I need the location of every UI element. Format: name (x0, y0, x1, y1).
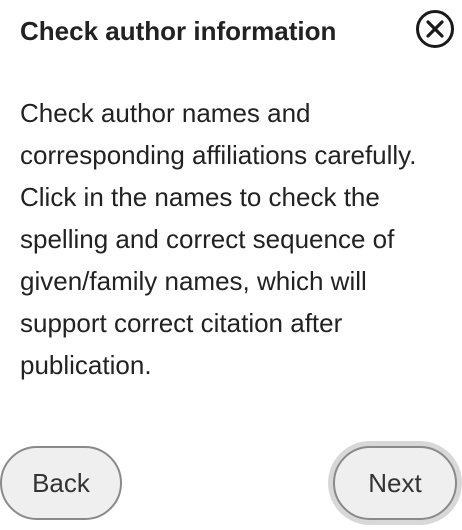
close-icon (426, 20, 444, 38)
close-button[interactable] (416, 10, 454, 48)
next-button[interactable]: Next (333, 446, 457, 520)
back-button[interactable]: Back (0, 446, 122, 520)
dialog-title: Check author information (20, 16, 337, 46)
dialog-body-text: Check author names and corresponding aff… (20, 98, 417, 380)
author-info-dialog: Check author information Check author na… (0, 0, 462, 530)
